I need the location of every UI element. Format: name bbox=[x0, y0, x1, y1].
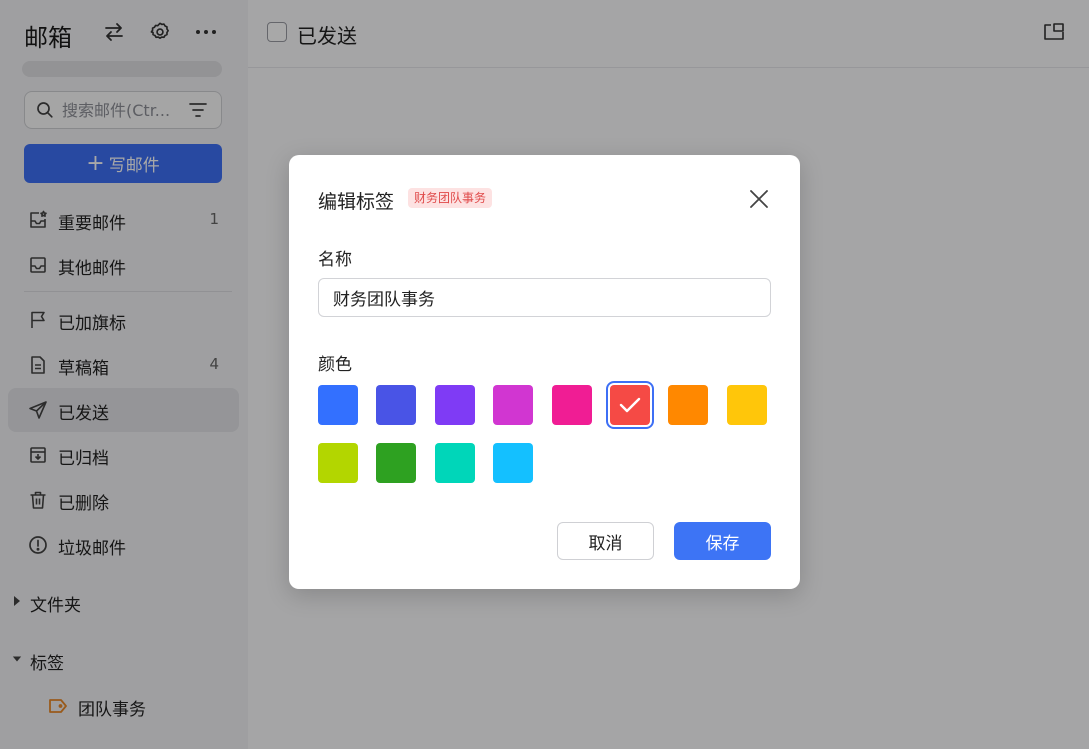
name-label: 名称 bbox=[318, 250, 352, 270]
color-swatch[interactable] bbox=[318, 443, 358, 483]
color-swatch[interactable] bbox=[376, 443, 417, 483]
color-label: 颜色 bbox=[318, 355, 352, 375]
color-swatch[interactable] bbox=[668, 385, 709, 425]
dialog-title: 编辑标签 bbox=[318, 191, 395, 213]
check-icon bbox=[619, 397, 641, 413]
color-swatch[interactable] bbox=[610, 385, 650, 425]
cancel-button[interactable]: 取消 bbox=[557, 522, 654, 560]
color-swatch[interactable] bbox=[493, 385, 534, 425]
color-swatch[interactable] bbox=[376, 385, 417, 425]
save-button[interactable]: 保存 bbox=[674, 522, 771, 560]
tag-preview-badge: 财务团队事务 bbox=[408, 188, 493, 208]
color-swatch[interactable] bbox=[551, 385, 592, 425]
edit-tag-dialog: 编辑标签 财务团队事务 名称 颜色 取消 保存 bbox=[289, 155, 800, 589]
close-icon[interactable] bbox=[748, 188, 770, 210]
color-swatch[interactable] bbox=[493, 443, 534, 483]
color-swatch[interactable] bbox=[318, 385, 358, 425]
color-swatch[interactable] bbox=[434, 443, 475, 483]
color-swatch[interactable] bbox=[726, 385, 767, 425]
tag-name-input[interactable] bbox=[318, 278, 771, 317]
color-swatch[interactable] bbox=[434, 385, 475, 425]
